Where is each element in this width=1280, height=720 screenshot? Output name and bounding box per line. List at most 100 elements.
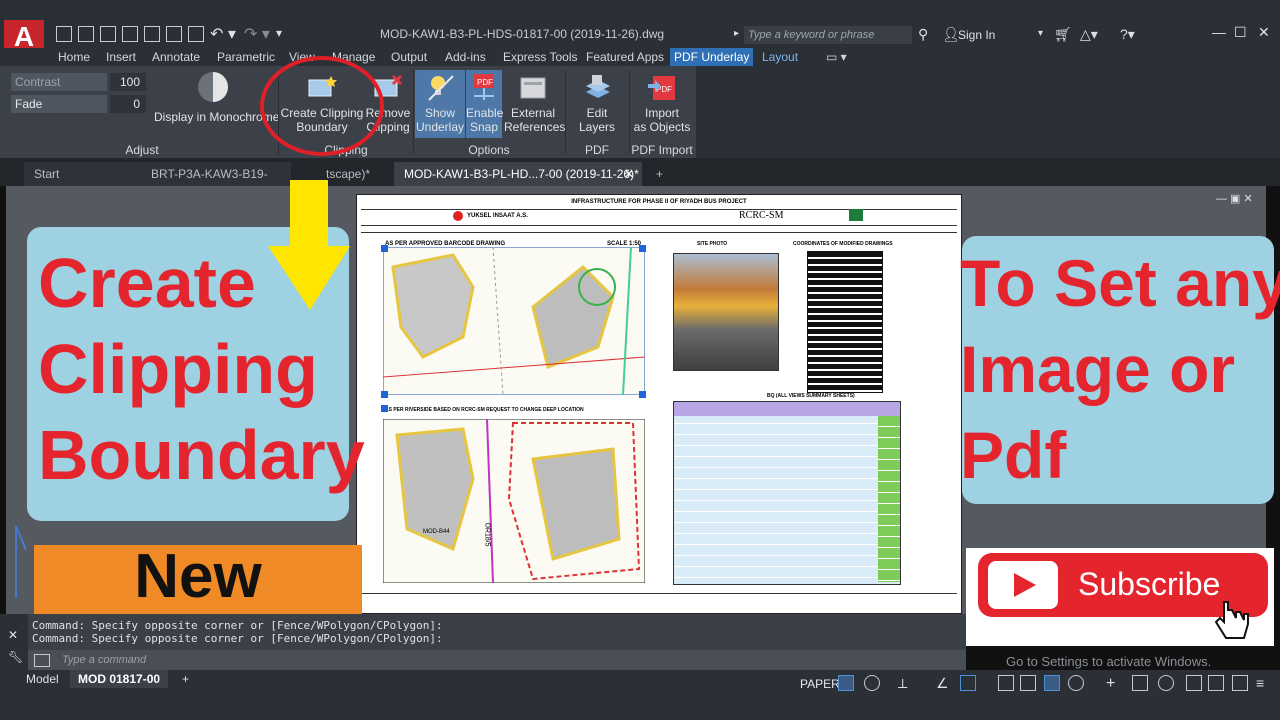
layout-tab[interactable]: MOD 01817-00 [70, 670, 169, 688]
command-input[interactable]: Type a command [28, 650, 966, 670]
file-tab-start[interactable]: Start [24, 162, 142, 186]
open-file-icon[interactable] [78, 26, 94, 42]
external-references-label-2: References [504, 120, 566, 134]
tab-home[interactable]: Home [54, 48, 94, 66]
quick-access-menu-icon[interactable]: ▾ [276, 26, 282, 40]
command-customize-icon[interactable]: 🔧︎ [8, 650, 23, 664]
hardware-acceleration-icon[interactable] [1186, 675, 1202, 691]
pdf-underlay-sheet[interactable]: INFRASTRUCTURE FOR PHASE II OF RIYADH BU… [356, 194, 962, 614]
coords-title: COORDINATES OF MODIFIED DRAWINGS [793, 241, 893, 247]
add-layout-icon[interactable]: + [174, 670, 197, 688]
monochrome-button[interactable]: Display in Monochrome [154, 70, 279, 124]
monochrome-label: Display in Monochrome [154, 110, 280, 124]
file-tab-mod[interactable]: MOD-KAW1-B3-PL-HD...7-00 (2019-11-26)* ✕ [394, 162, 642, 186]
right-info-line-2: Image or [960, 332, 1236, 406]
road-label: OR18/5 [483, 522, 491, 547]
enable-snap-label-2: Snap [469, 120, 499, 134]
paper-space-toggle[interactable]: PAPER [800, 677, 840, 691]
workspace-gear-icon[interactable] [1068, 675, 1084, 691]
cart-icon[interactable]: 🛒︎ [1054, 26, 1072, 43]
binoculars-icon[interactable]: ⚲ [918, 26, 928, 43]
print-icon[interactable] [188, 26, 204, 42]
tab-layout[interactable]: Layout [758, 48, 802, 66]
panel-label-adjust: Adjust [125, 143, 159, 157]
cursor-hand-icon [1214, 601, 1249, 639]
annotation-monitor-icon[interactable] [1020, 675, 1036, 691]
new-file-icon[interactable] [56, 26, 72, 42]
close-icon[interactable]: ✕ [1258, 24, 1270, 41]
tab-pdf-underlay[interactable]: PDF Underlay [670, 48, 754, 66]
grip-handle[interactable] [381, 391, 388, 398]
grip-handle[interactable] [381, 405, 388, 412]
panel-divider [565, 70, 566, 154]
polar-tracking-icon[interactable] [864, 675, 880, 691]
isometric-icon[interactable]: ∠ [936, 675, 952, 691]
monochrome-icon [198, 72, 228, 102]
maximize-icon[interactable]: ☐ [1234, 24, 1247, 41]
close-tab-icon[interactable]: ✕ [624, 162, 634, 186]
right-info-line-3: Pdf [960, 418, 1067, 492]
command-prompt-icon[interactable] [34, 654, 50, 667]
fade-slider[interactable]: Fade [11, 95, 107, 113]
annotation-visibility-icon[interactable]: + [1106, 675, 1122, 692]
sheet-info-row [361, 225, 957, 233]
contrast-value[interactable]: 100 [110, 73, 146, 91]
model-tab[interactable]: Model [18, 670, 67, 688]
isolate-objects-icon[interactable] [1158, 675, 1174, 691]
tab-add-ins[interactable]: Add-ins [441, 48, 490, 66]
grip-handle[interactable] [381, 245, 388, 252]
save-icon[interactable] [100, 26, 116, 42]
enable-snap-label-1: Enable [466, 106, 504, 120]
minimize-icon[interactable]: — [1212, 24, 1226, 40]
enable-snap-button[interactable]: PDF Enable Snap [466, 70, 504, 138]
panel-divider [413, 70, 414, 154]
viewport-controls[interactable]: — ▣ ✕ [1216, 192, 1253, 205]
autodesk-app-icon[interactable]: △▾ [1080, 26, 1098, 43]
clean-screen-icon[interactable] [1208, 675, 1224, 691]
search-input[interactable]: Type a keyword or phrase [744, 26, 912, 44]
ribbon-options-icon[interactable]: ▭ ▾ [822, 48, 851, 66]
save-as-icon[interactable] [122, 26, 138, 42]
edit-layers-label-1: Edit [586, 106, 608, 120]
command-line-handle[interactable]: ✕ 🔧︎ [0, 614, 28, 670]
fullscreen-icon[interactable] [1232, 675, 1248, 691]
grip-handle[interactable] [639, 245, 646, 252]
boq-header [674, 402, 900, 416]
selection-cycling-icon[interactable] [998, 675, 1014, 691]
help-icon[interactable]: ?▾ [1120, 26, 1135, 43]
command-history-line: Command: Specify opposite corner or [Fen… [32, 619, 443, 632]
grid-icon[interactable] [838, 675, 854, 691]
sheet-title-block [361, 593, 957, 612]
lock-ui-icon[interactable] [1132, 675, 1148, 691]
undo-icon[interactable]: ↶ ▾ [210, 24, 236, 44]
object-snap-icon[interactable] [960, 675, 976, 691]
sign-in-dropdown-icon[interactable]: ▾ [1038, 28, 1043, 39]
import-as-objects-button[interactable]: PDF Import as Objects [631, 74, 693, 134]
customization-menu-icon[interactable]: ≡ [1256, 675, 1272, 691]
sign-in-button[interactable]: Sign In [958, 28, 995, 42]
external-references-button[interactable]: External References [504, 74, 566, 134]
command-close-icon[interactable]: ✕ [8, 628, 18, 642]
tab-insert[interactable]: Insert [102, 48, 140, 66]
tab-annotate[interactable]: Annotate [148, 48, 204, 66]
tab-featured-apps[interactable]: Featured Apps [582, 48, 668, 66]
mod-label: MOD-B44 [423, 529, 450, 535]
contrast-slider[interactable]: Contrast [11, 73, 107, 91]
tab-express-tools[interactable]: Express Tools [499, 48, 581, 66]
edit-layers-button[interactable]: Edit Layers [567, 74, 627, 134]
ortho-icon[interactable]: ⟂ [898, 675, 914, 691]
fade-value[interactable]: 0 [110, 95, 146, 113]
redo-icon[interactable]: ↷ ▾ [244, 24, 270, 44]
new-tab-icon[interactable]: + [648, 162, 674, 186]
new-badge-label: New [134, 542, 262, 611]
grip-handle[interactable] [639, 391, 646, 398]
ribbon-tab-bar: Home Insert Annotate Parametric View Man… [0, 48, 1280, 66]
search-expand-icon[interactable]: ▸ [734, 28, 739, 39]
publish-icon[interactable] [166, 26, 182, 42]
company-logo [453, 211, 463, 221]
annotation-scale-icon[interactable] [1044, 675, 1060, 691]
show-underlay-button[interactable]: Show Underlay [415, 70, 465, 138]
ucs-icon [15, 525, 27, 598]
ministry-logo [849, 209, 863, 221]
web-mobile-icon[interactable] [144, 26, 160, 42]
